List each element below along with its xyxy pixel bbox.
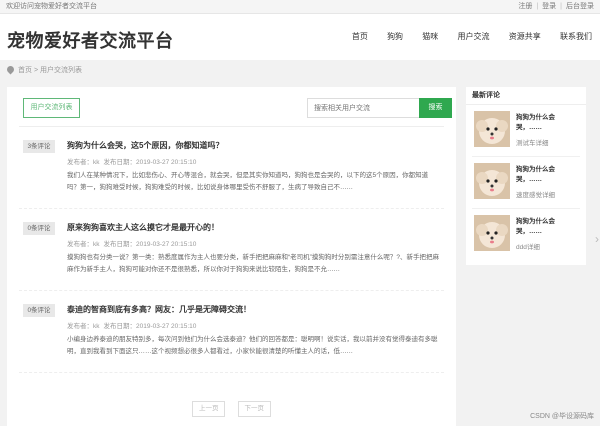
location-pin-icon — [5, 64, 16, 75]
post-item: 3条评论 狗狗为什么会哭，这5个原因，你都知道吗？ 发布者：kk 发布日期：201… — [19, 127, 444, 209]
login-link[interactable]: 登录 — [542, 3, 556, 10]
post-excerpt: 小编身边养泰迪的朋友特别多，每次问到他们为什么会选泰迪？他们的回答都是：聪明啊！… — [67, 336, 438, 355]
search-input[interactable] — [307, 98, 420, 118]
welcome-text: 欢迎访问宠物爱好者交流平台 — [6, 3, 97, 10]
site-header: 宠物爱好者交流平台 首页 狗狗 猫咪 用户交流 资源共享 联系我们 — [0, 14, 600, 60]
post-meta: 发布者：kk 发布日期：2019-03-27 20:15:10 — [67, 238, 200, 248]
post-date: 发布日期：2019-03-27 20:15:10 — [103, 241, 197, 248]
post-excerpt: 摸狗狗也有分类一说？第一类：熟悉度属作为主人也要分类，新手把把麻麻和“老司机”摸… — [67, 254, 439, 273]
main-nav: 首页 狗狗 猫咪 用户交流 资源共享 联系我们 — [335, 31, 592, 42]
breadcrumb-text[interactable]: 首页 > 用户交流列表 — [18, 67, 82, 74]
chevron-right-icon[interactable]: › — [595, 232, 599, 246]
comment-post-title: 狗狗为什么会哭，…… — [516, 166, 555, 183]
post-author: 发布者：kk — [67, 323, 100, 330]
post-date: 发布日期：2019-03-27 20:15:10 — [103, 323, 197, 330]
comment-desc: 速度感觉详细 — [516, 192, 555, 199]
next-page-button[interactable]: 下一页 — [237, 401, 271, 417]
post-author: 发布者：kk — [67, 159, 100, 166]
post-date: 发布日期：2019-03-27 20:15:10 — [103, 159, 197, 166]
top-bar: 欢迎访问宠物爱好者交流平台 注册 | 登录 | 后台登录 — [0, 0, 600, 14]
sidebar-title: 最新评论 — [466, 87, 586, 105]
post-list-panel: 用户交流列表 搜索 3条评论 狗狗为什么会哭，这5个原因，你都知道吗？ 发布者：… — [7, 87, 456, 426]
post-item: 0条评论 泰迪的智商到底有多高？网友：几乎是无障碍交流！ 发布者：kk 发布日期：… — [19, 291, 444, 373]
dog-thumbnail — [474, 215, 510, 251]
nav-cats[interactable]: 猫咪 — [422, 32, 438, 41]
comment-count-badge: 0条评论 — [23, 222, 55, 235]
tab-user-exchange-list[interactable]: 用户交流列表 — [23, 98, 80, 118]
post-title[interactable]: 泰迪的智商到底有多高？网友：几乎是无障碍交流！ — [67, 304, 251, 315]
prev-page-button[interactable]: 上一页 — [192, 401, 226, 417]
nav-contact[interactable]: 联系我们 — [560, 32, 592, 41]
nav-user-exchange[interactable]: 用户交流 — [458, 32, 490, 41]
watermark: CSDN @毕设源码库 — [530, 413, 594, 420]
comment-post-title: 狗狗为什么会哭，…… — [516, 114, 555, 131]
breadcrumb: 首页 > 用户交流列表 — [0, 60, 600, 82]
list-toolbar: 用户交流列表 搜索 — [19, 87, 452, 127]
post-title[interactable]: 狗狗为什么会哭，这5个原因，你都知道吗？ — [67, 140, 223, 151]
latest-comments-panel: 最新评论 狗狗为什么会哭，…… 测试车详细 狗狗为什么会哭，…… 速度感觉详细 — [466, 87, 586, 265]
comment-item[interactable]: 狗狗为什么会哭，…… 测试车详细 — [472, 105, 580, 157]
comment-item[interactable]: 狗狗为什么会哭，…… 速度感觉详细 — [472, 157, 580, 209]
pagination: 上一页 下一页 — [7, 397, 456, 417]
post-meta: 发布者：kk 发布日期：2019-03-27 20:15:10 — [67, 320, 200, 330]
nav-home[interactable]: 首页 — [352, 32, 368, 41]
register-link[interactable]: 注册 — [518, 3, 532, 10]
comment-desc: ddd详细 — [516, 244, 540, 251]
site-logo[interactable]: 宠物爱好者交流平台 — [7, 27, 174, 53]
post-author: 发布者：kk — [67, 241, 100, 248]
comment-count-badge: 0条评论 — [23, 304, 55, 317]
comment-item[interactable]: 狗狗为什么会哭，…… ddd详细 — [472, 209, 580, 261]
post-title[interactable]: 原来狗狗喜欢主人这么摸它才是最开心的！ — [67, 222, 219, 233]
nav-dogs[interactable]: 狗狗 — [387, 32, 403, 41]
dog-thumbnail — [474, 163, 510, 199]
admin-login-link[interactable]: 后台登录 — [566, 3, 594, 10]
post-excerpt: 我们人在某种情况下，比如悲伤心、开心等混合，就会哭，但是其实你知道吗，狗狗也是会… — [67, 172, 429, 191]
comment-desc: 测试车详细 — [516, 140, 549, 147]
dog-thumbnail — [474, 111, 510, 147]
comment-post-title: 狗狗为什么会哭，…… — [516, 218, 555, 235]
post-item: 0条评论 原来狗狗喜欢主人这么摸它才是最开心的！ 发布者：kk 发布日期：2019… — [19, 209, 444, 291]
nav-resource-share[interactable]: 资源共享 — [509, 32, 541, 41]
post-meta: 发布者：kk 发布日期：2019-03-27 20:15:10 — [67, 156, 200, 166]
comment-count-badge: 3条评论 — [23, 140, 55, 153]
search-button[interactable]: 搜索 — [419, 98, 452, 118]
top-links: 注册 | 登录 | 后台登录 — [518, 3, 594, 10]
